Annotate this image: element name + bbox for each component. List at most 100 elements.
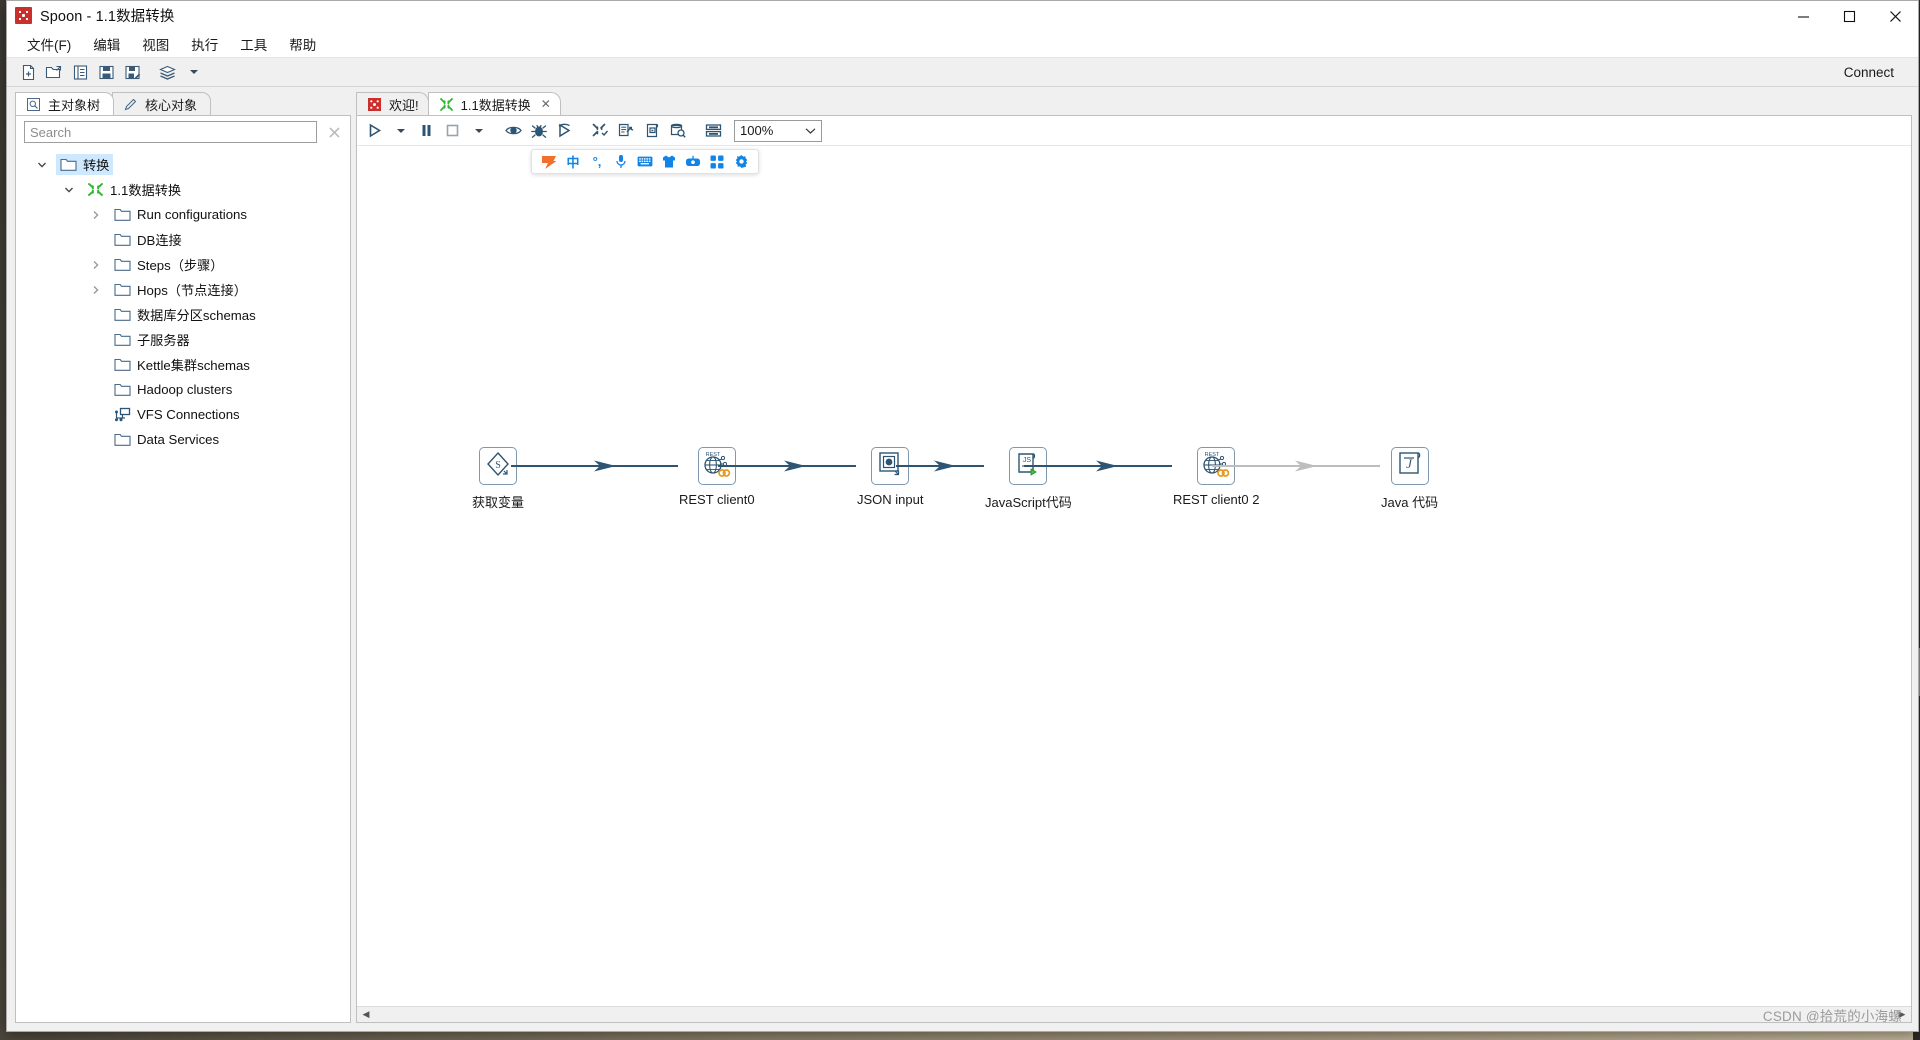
- sogou-logo-icon[interactable]: [538, 152, 560, 172]
- explore-repository-button[interactable]: [67, 60, 93, 84]
- replay-button[interactable]: [552, 119, 578, 143]
- menu-run[interactable]: 执行: [180, 31, 229, 57]
- pencil-icon: [122, 96, 139, 113]
- tree-expand-arrow-icon[interactable]: [34, 160, 50, 170]
- sogou-ime-toolbar[interactable]: 中 °,: [531, 149, 759, 174]
- menu-bar: 文件(F) 编辑 视图 执行 工具 帮助: [7, 31, 1918, 57]
- maximize-button[interactable]: [1826, 1, 1872, 31]
- zoom-select[interactable]: 100%: [734, 119, 822, 142]
- title-bar: Spoon - 1.1数据转换: [7, 1, 1918, 31]
- tree-item-label: 1.1数据转换: [110, 183, 182, 198]
- menu-tools[interactable]: 工具: [229, 31, 278, 57]
- generate-sql-button[interactable]: [639, 119, 665, 143]
- tab-main-object-tree[interactable]: 主对象树: [15, 92, 115, 115]
- canvas-step-java-code[interactable]: J Java 代码: [1381, 447, 1438, 511]
- canvas-step-javascript-code[interactable]: JS JavaScript代码: [985, 447, 1072, 511]
- layers-button[interactable]: [154, 60, 180, 84]
- tree-item[interactable]: Data Services: [16, 427, 350, 452]
- tree-item[interactable]: 1.1数据转换: [16, 177, 350, 202]
- tree-expand-arrow-icon[interactable]: [88, 285, 104, 295]
- explorer-pane: 主对象树 核心对象 Search 转换 1.1数据转换 Run configur…: [7, 87, 356, 1031]
- tree-expand-arrow-icon[interactable]: [88, 260, 104, 270]
- tree-view-icon: [25, 96, 42, 113]
- canvas-box: 100% 中 °, S 获取变量 REST REST client0 JSON …: [356, 115, 1912, 1023]
- tree-item[interactable]: Run configurations: [16, 202, 350, 227]
- canvas-step-json-input[interactable]: JSON input: [857, 447, 923, 507]
- tree-item[interactable]: 数据库分区schemas: [16, 302, 350, 327]
- menu-help[interactable]: 帮助: [278, 31, 327, 57]
- impact-analysis-button[interactable]: [613, 119, 639, 143]
- tab-transformation[interactable]: 1.1数据转换 ✕: [427, 92, 561, 115]
- step-label: JavaScript代码: [985, 495, 1072, 510]
- menu-file[interactable]: 文件(F): [16, 31, 82, 57]
- tree-item-label: Hops（节点连接）: [137, 283, 247, 298]
- open-file-button[interactable]: [41, 60, 67, 84]
- toolbox-icon[interactable]: [682, 152, 704, 172]
- step-label: Java 代码: [1381, 495, 1439, 510]
- show-last-results-button[interactable]: [665, 119, 691, 143]
- tree-item-label: VFS Connections: [137, 407, 240, 422]
- canvas-horizontal-scrollbar[interactable]: ◀ ▶: [357, 1006, 1911, 1022]
- canvas-step-rest-client-0-2[interactable]: REST REST client0 2: [1173, 447, 1259, 507]
- stop-button[interactable]: [439, 119, 465, 143]
- tree-expand-arrow-icon[interactable]: [88, 210, 104, 220]
- stop-options-dropdown[interactable]: [465, 119, 491, 143]
- new-file-button[interactable]: [15, 60, 41, 84]
- spoon-icon: [366, 96, 383, 113]
- window-title: Spoon - 1.1数据转换: [40, 9, 175, 25]
- search-row: [16, 116, 350, 146]
- tab-core-objects[interactable]: 核心对象: [112, 92, 212, 115]
- folder-icon: [60, 156, 77, 173]
- minimize-button[interactable]: [1780, 1, 1826, 31]
- soft-keyboard-icon[interactable]: [634, 152, 656, 172]
- connect-button[interactable]: Connect: [1844, 58, 1894, 88]
- tree-item-label: Steps（步骤）: [137, 258, 224, 273]
- tree-item[interactable]: Hops（节点连接）: [16, 277, 350, 302]
- tree-item[interactable]: Hadoop clusters: [16, 377, 350, 402]
- clear-x-icon[interactable]: [323, 121, 345, 143]
- search-input[interactable]: [24, 121, 317, 143]
- save-button[interactable]: [93, 60, 119, 84]
- arrange-button[interactable]: [700, 119, 726, 143]
- tree-item-label: Kettle集群schemas: [137, 358, 250, 373]
- settings-gear-icon[interactable]: [730, 152, 752, 172]
- close-button[interactable]: [1872, 1, 1918, 31]
- tree-expand-arrow-icon[interactable]: [61, 185, 77, 195]
- save-as-button[interactable]: [119, 60, 145, 84]
- tree-item[interactable]: VFS Connections: [16, 402, 350, 427]
- layers-dropdown-button[interactable]: [180, 60, 206, 84]
- skin-icon[interactable]: [658, 152, 680, 172]
- run-options-dropdown[interactable]: [387, 119, 413, 143]
- tree-item[interactable]: Steps（步骤）: [16, 252, 350, 277]
- vfs-connection-icon: [114, 406, 131, 423]
- canvas-step-get-variables[interactable]: S 获取变量: [472, 447, 524, 511]
- object-tree[interactable]: 转换 1.1数据转换 Run configurations DB连接 Steps…: [16, 146, 350, 1022]
- apps-grid-icon[interactable]: [706, 152, 728, 172]
- verify-button[interactable]: [587, 119, 613, 143]
- menu-view[interactable]: 视图: [131, 31, 180, 57]
- canvas-step-rest-client-0[interactable]: REST REST client0: [679, 447, 755, 507]
- run-button[interactable]: [361, 119, 387, 143]
- chinese-mode-icon[interactable]: 中: [562, 152, 584, 172]
- tab-label: 核心对象: [145, 97, 198, 113]
- preview-button[interactable]: [500, 119, 526, 143]
- transformation-canvas[interactable]: 中 °, S 获取变量 REST REST client0 JSON input…: [357, 146, 1911, 1006]
- tree-item[interactable]: Kettle集群schemas: [16, 352, 350, 377]
- punctuation-icon[interactable]: °,: [586, 152, 608, 172]
- debug-button[interactable]: [526, 119, 552, 143]
- close-icon[interactable]: ✕: [541, 97, 551, 111]
- tab-welcome[interactable]: 欢迎!: [356, 92, 429, 115]
- scroll-left-arrow-icon[interactable]: ◀: [359, 1009, 373, 1020]
- main-toolbar: Connect: [7, 57, 1918, 87]
- tree-item[interactable]: DB连接: [16, 227, 350, 252]
- pause-button[interactable]: [413, 119, 439, 143]
- step-icon-box[interactable]: J: [1390, 447, 1429, 485]
- tree-item[interactable]: 子服务器: [16, 327, 350, 352]
- tree-item-label: 数据库分区schemas: [137, 308, 256, 323]
- tree-item[interactable]: 转换: [16, 152, 350, 177]
- tree-item-label: Hadoop clusters: [137, 382, 233, 397]
- tree-item-label: 转换: [83, 158, 110, 173]
- menu-edit[interactable]: 编辑: [82, 31, 131, 57]
- java-code-icon: J: [1395, 449, 1425, 484]
- voice-input-icon[interactable]: [610, 152, 632, 172]
